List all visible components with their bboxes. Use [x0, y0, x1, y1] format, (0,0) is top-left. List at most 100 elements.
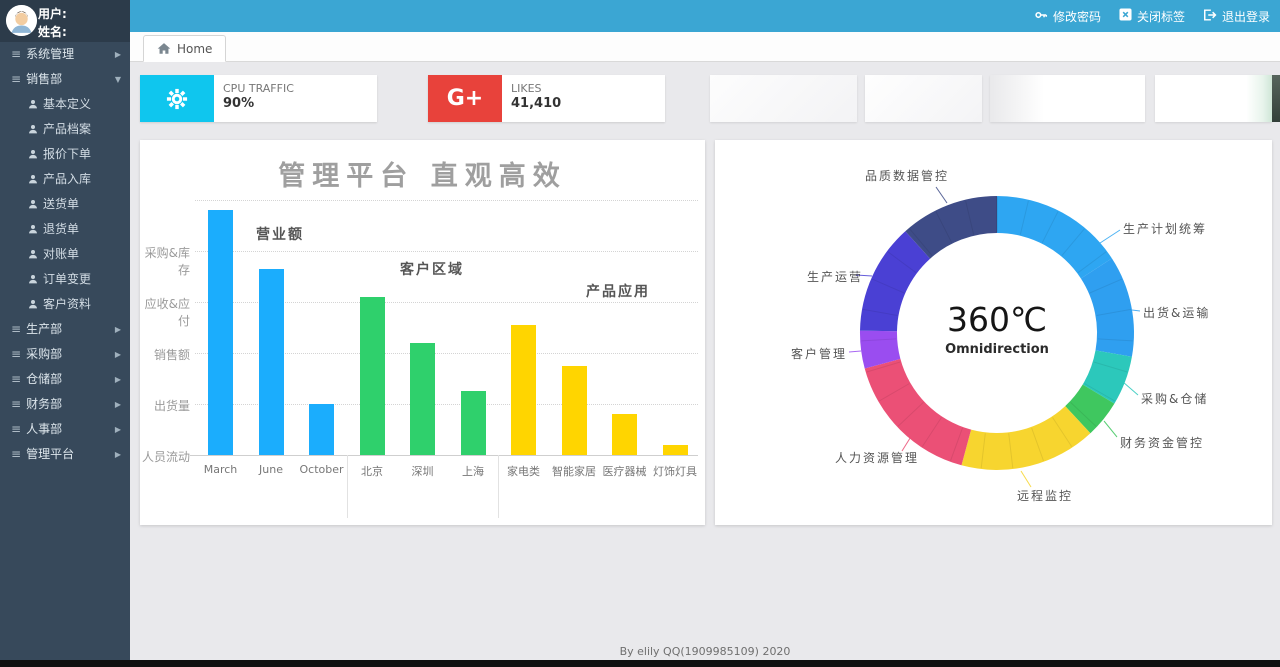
bar-axis-baseline — [190, 455, 698, 456]
bar-医疗器械 — [612, 414, 637, 455]
avatar-face-icon — [6, 5, 37, 36]
sidebar-item-hr-dept[interactable]: ≡人事部▶ — [0, 417, 130, 442]
bar-group-separator — [498, 455, 499, 518]
sidebar-subitem-customer-info[interactable]: 客户资料 — [0, 292, 130, 317]
sidebar-subitem-label: 退货单 — [43, 222, 79, 236]
sidebar-subitem-label: 基本定义 — [43, 97, 91, 111]
sidebar-item-label: 采购部 — [26, 347, 62, 361]
stat-card-value: 90% — [223, 96, 294, 111]
topbar-link-logout[interactable]: 退出登录 — [1203, 8, 1270, 25]
person-icon — [28, 174, 38, 184]
sidebar-item-sales-dept[interactable]: ≡销售部▼ — [0, 67, 130, 92]
bar-智能家居 — [562, 366, 587, 455]
name-label: 姓名: — [38, 23, 67, 40]
logout-icon — [1203, 8, 1217, 25]
sidebar-item-purchasing-dept[interactable]: ≡ 采购部 ▶ — [0, 342, 130, 367]
person-icon — [28, 124, 38, 134]
gplus-icon: G+ — [428, 75, 502, 122]
sidebar-subitem-return-note[interactable]: 退货单 — [0, 217, 130, 242]
stat-card-placeholder-3 — [990, 75, 1145, 122]
donut-label-生产运营: 生产运营 — [807, 268, 863, 285]
topbar-link-change-password[interactable]: 修改密码 — [1034, 8, 1101, 25]
chevron-right-icon: ▶ — [115, 42, 121, 67]
sidebar-subitem-label: 订单变更 — [43, 272, 91, 286]
avatar — [6, 5, 37, 36]
menu-icon: ≡ — [11, 47, 21, 61]
sidebar-subitem-delivery-note[interactable]: 送货单 — [0, 192, 130, 217]
stat-card-body: CPU TRAFFIC90% — [214, 75, 294, 122]
bar-ytick-label: 采购&库存 — [140, 244, 190, 278]
sidebar-subitem-label: 产品入库 — [43, 172, 91, 186]
sidebar-subitem-basic-definition[interactable]: 基本定义 — [0, 92, 130, 117]
sidebar-subitem-label: 产品档案 — [43, 122, 91, 136]
bar-深圳 — [410, 343, 435, 455]
donut-segment-0 — [997, 196, 1112, 279]
donut-leader-line — [1021, 471, 1031, 487]
sidebar-subitem-quote-order[interactable]: 报价下单 — [0, 142, 130, 167]
topbar-link-close-tabs[interactable]: 关闭标签 — [1119, 8, 1185, 25]
donut-leader-line — [936, 187, 947, 203]
bar-June — [259, 269, 284, 455]
sidebar-subitem-label: 客户资料 — [43, 297, 91, 311]
chevron-right-icon: ▶ — [115, 392, 121, 417]
topbar-link-label: 退出登录 — [1222, 8, 1270, 25]
stat-card-title: LIKES — [511, 82, 561, 95]
bar-灯饰灯具 — [663, 445, 688, 455]
sidebar-item-mgmt-platform[interactable]: ≡管理平台▶ — [0, 442, 130, 467]
bar-gridline — [195, 251, 698, 252]
sidebar-item-label: 财务部 — [26, 397, 62, 411]
gplus-icon-text: G+ — [447, 86, 484, 111]
topbar-link-label: 修改密码 — [1053, 8, 1101, 25]
user-label: 用户: — [38, 5, 67, 22]
topbar-link-label: 关闭标签 — [1137, 8, 1185, 25]
sidebar: 用户: 姓名: ≡系统管理▶≡销售部▼基本定义产品档案报价下单产品入库送货单退货… — [0, 0, 130, 660]
sidebar-item-system-mgmt[interactable]: ≡ 系统管理 ▶ — [0, 42, 130, 67]
sidebar-subitem-order-change[interactable]: 订单变更 — [0, 267, 130, 292]
bar-chart-card: 管理平台 直观高效 人员流动出货量销售额应收&应付采购&库存MarchJuneO… — [140, 140, 705, 525]
tab-home[interactable]: Home — [143, 35, 226, 62]
stat-card-value: 41,410 — [511, 96, 561, 111]
person-icon — [28, 149, 38, 159]
key-icon — [1034, 8, 1048, 25]
chevron-right-icon: ▶ — [115, 342, 121, 367]
chevron-right-icon: ▶ — [115, 442, 121, 467]
sidebar-item-warehouse-dept[interactable]: ≡仓储部▶ — [0, 367, 130, 392]
sidebar-item-label: 人事部 — [26, 422, 62, 436]
bar-北京 — [360, 297, 385, 455]
donut-segment-4 — [962, 406, 1091, 470]
sidebar-item-label: 销售部 — [26, 72, 62, 86]
tabbar: Home — [130, 32, 1280, 62]
donut-label-采购&仓储: 采购&仓储 — [1141, 390, 1208, 407]
sidebar-subitem-product-archive[interactable]: 产品档案 — [0, 117, 130, 142]
topbar: 修改密码 关闭标签 退出登录 — [130, 0, 1280, 32]
donut-leader-line — [1104, 421, 1117, 437]
menu-icon: ≡ — [11, 347, 21, 361]
bar-ytick-label: 出货量 — [140, 397, 190, 414]
sidebar-item-production-dept[interactable]: ≡生产部▶ — [0, 317, 130, 342]
donut-leader-line — [849, 351, 861, 352]
bar-gridline — [195, 200, 698, 201]
stat-card-title: CPU TRAFFIC — [223, 82, 294, 95]
main-content: CPU TRAFFIC90% G+ LIKES41,410 管理平台 直观高效 人员… — [130, 62, 1280, 660]
donut-leader-line — [1123, 382, 1138, 395]
donut-label-财务资金管控: 财务资金管控 — [1120, 434, 1204, 451]
chevron-right-icon: ▶ — [115, 367, 121, 392]
person-icon — [28, 299, 38, 309]
sidebar-item-label: 仓储部 — [26, 372, 62, 386]
person-icon — [28, 224, 38, 234]
stat-card-placeholder-2 — [865, 75, 982, 122]
bar-annotation: 产品应用 — [586, 281, 650, 301]
menu-icon: ≡ — [11, 397, 21, 411]
menu-icon: ≡ — [11, 422, 21, 436]
person-icon — [28, 199, 38, 209]
sidebar-subitem-reconciliation[interactable]: 对账单 — [0, 242, 130, 267]
person-icon — [28, 249, 38, 259]
sidebar-item-label: 管理平台 — [26, 447, 74, 461]
stat-card-likes: G+ LIKES41,410 — [428, 75, 665, 122]
stat-card-placeholder-4 — [1155, 75, 1272, 122]
donut-label-出货&运输: 出货&运输 — [1143, 304, 1210, 321]
sidebar-item-finance-dept[interactable]: ≡ 财务部 ▶ — [0, 392, 130, 417]
donut-leader-line — [1097, 230, 1120, 245]
sidebar-item-label: 系统管理 — [26, 47, 74, 61]
sidebar-subitem-product-inbound[interactable]: 产品入库 — [0, 167, 130, 192]
